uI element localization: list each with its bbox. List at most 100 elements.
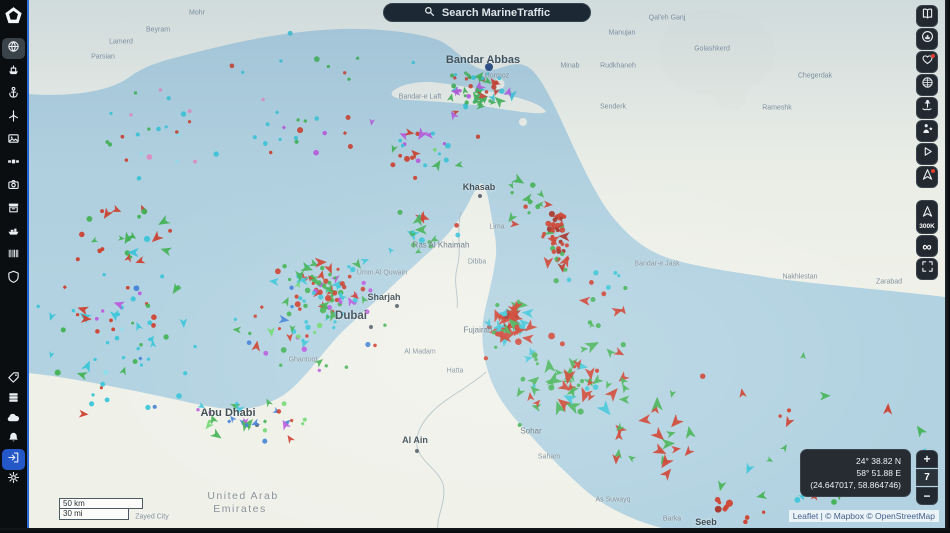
vessel-marker[interactable] <box>430 131 435 136</box>
vessel-marker[interactable] <box>527 199 533 205</box>
vessel-marker[interactable] <box>390 162 396 168</box>
vessel-marker[interactable] <box>576 383 581 388</box>
vessel-marker[interactable] <box>305 324 311 331</box>
vessel-marker[interactable] <box>530 182 536 188</box>
vessel-marker[interactable] <box>333 276 337 280</box>
vessel-marker[interactable] <box>443 157 449 163</box>
vessel-marker[interactable] <box>398 138 403 143</box>
vessel-marker[interactable] <box>95 329 100 334</box>
vessel-marker[interactable] <box>327 280 332 285</box>
toolbar-poi-layer-button[interactable] <box>916 120 938 142</box>
sidebar-item-data-archive[interactable] <box>2 199 25 220</box>
vessel-marker[interactable] <box>593 270 599 276</box>
vessel-marker[interactable] <box>314 116 319 121</box>
vessel-marker[interactable] <box>510 191 514 195</box>
vessel-marker[interactable] <box>139 363 144 367</box>
vessel-marker[interactable] <box>338 300 343 305</box>
vessel-marker[interactable] <box>277 327 282 331</box>
vessel-marker[interactable] <box>553 278 559 284</box>
sidebar-item-protect[interactable] <box>2 268 25 289</box>
sidebar-item-offshore[interactable] <box>2 107 25 128</box>
vessel-marker[interactable] <box>133 285 140 292</box>
vessel-marker[interactable] <box>317 289 323 295</box>
vessel-marker[interactable] <box>176 393 182 399</box>
vessel-marker[interactable] <box>548 384 555 391</box>
vessel-marker[interactable] <box>515 338 522 346</box>
vessel-marker[interactable] <box>89 401 95 407</box>
vessel-marker[interactable] <box>554 222 561 229</box>
vessel-marker[interactable] <box>130 296 136 302</box>
vessel-marker[interactable] <box>494 345 498 349</box>
vessel-marker[interactable] <box>534 357 538 362</box>
map-attribution[interactable]: Leaflet | © Mapbox © OpenStreetMap <box>788 510 939 522</box>
vessel-marker[interactable] <box>483 356 489 361</box>
vessel-marker[interactable] <box>318 294 324 300</box>
vessel-marker[interactable] <box>495 302 500 308</box>
vessel-marker[interactable] <box>463 94 467 98</box>
vessel-marker[interactable] <box>347 264 351 269</box>
vessel-marker[interactable] <box>196 407 200 412</box>
vessel-marker[interactable] <box>411 230 415 234</box>
vessel-marker[interactable] <box>294 139 299 144</box>
vessel-marker[interactable] <box>166 96 171 101</box>
zoom-in-button[interactable]: + <box>916 450 938 468</box>
vessel-marker[interactable] <box>313 56 320 62</box>
vessel-marker[interactable] <box>336 267 340 271</box>
vessel-marker[interactable] <box>193 159 197 164</box>
vessel-marker[interactable] <box>311 290 316 296</box>
vessel-marker[interactable] <box>564 243 569 248</box>
vessel-marker[interactable] <box>262 141 268 146</box>
vessel-marker[interactable] <box>289 285 294 290</box>
sidebar-item-datasets[interactable] <box>2 389 25 410</box>
vessel-marker[interactable] <box>262 438 268 444</box>
vessel-marker[interactable] <box>338 292 343 297</box>
vessel-marker[interactable] <box>347 143 353 150</box>
vessel-marker[interactable] <box>147 320 153 326</box>
vessel-marker[interactable] <box>137 291 142 296</box>
toolbar-timelapse-button[interactable]: ∞ <box>916 235 938 257</box>
vessel-marker[interactable] <box>499 88 505 94</box>
vessel-marker[interactable] <box>364 309 370 315</box>
vessel-marker[interactable] <box>278 137 282 142</box>
vessel-marker[interactable] <box>617 274 621 278</box>
vessel-marker[interactable] <box>427 240 432 245</box>
vessel-marker[interactable] <box>334 297 339 303</box>
vessel-marker[interactable] <box>276 409 282 414</box>
vessel-marker[interactable] <box>488 99 492 103</box>
vessel-marker[interactable] <box>156 126 161 132</box>
vessel-marker[interactable] <box>193 344 197 349</box>
vessel-marker[interactable] <box>433 148 437 152</box>
vessel-marker[interactable] <box>316 322 323 329</box>
toolbar-map-layers-button[interactable] <box>916 5 938 27</box>
vessel-marker[interactable] <box>101 309 105 313</box>
vessel-marker[interactable] <box>60 327 66 333</box>
sidebar-item-reports[interactable] <box>2 245 25 266</box>
vessel-marker[interactable] <box>297 127 304 134</box>
vessel-marker[interactable] <box>475 134 481 139</box>
sidebar-item-my-fleet[interactable] <box>2 222 25 243</box>
vessel-marker[interactable] <box>410 155 415 160</box>
vessel-marker[interactable] <box>229 63 235 69</box>
vessel-marker[interactable] <box>303 303 308 309</box>
vessel-marker[interactable] <box>268 150 273 155</box>
vessel-marker[interactable] <box>555 228 560 233</box>
vessel-marker[interactable] <box>592 384 599 391</box>
vessel-marker[interactable] <box>561 265 565 269</box>
sidebar-item-integrations[interactable] <box>2 409 25 430</box>
toolbar-navigation-mode-button[interactable] <box>916 166 938 188</box>
vessel-marker[interactable] <box>143 235 151 243</box>
vessel-marker[interactable] <box>325 315 330 319</box>
sidebar-item-photos[interactable] <box>2 130 25 151</box>
vessel-marker[interactable] <box>535 362 539 366</box>
vessel-marker[interactable] <box>556 249 562 254</box>
vessel-marker[interactable] <box>103 369 109 376</box>
vessel-marker[interactable] <box>508 325 512 329</box>
vessel-marker[interactable] <box>275 268 281 275</box>
toolbar-favorites-button[interactable] <box>916 51 938 73</box>
vessel-marker[interactable] <box>263 350 269 356</box>
vessel-marker[interactable] <box>301 346 307 352</box>
vessel-marker[interactable] <box>132 359 138 364</box>
sidebar-item-notifications[interactable] <box>2 429 25 450</box>
vessel-marker[interactable] <box>129 113 133 117</box>
vessel-marker[interactable] <box>160 274 165 279</box>
